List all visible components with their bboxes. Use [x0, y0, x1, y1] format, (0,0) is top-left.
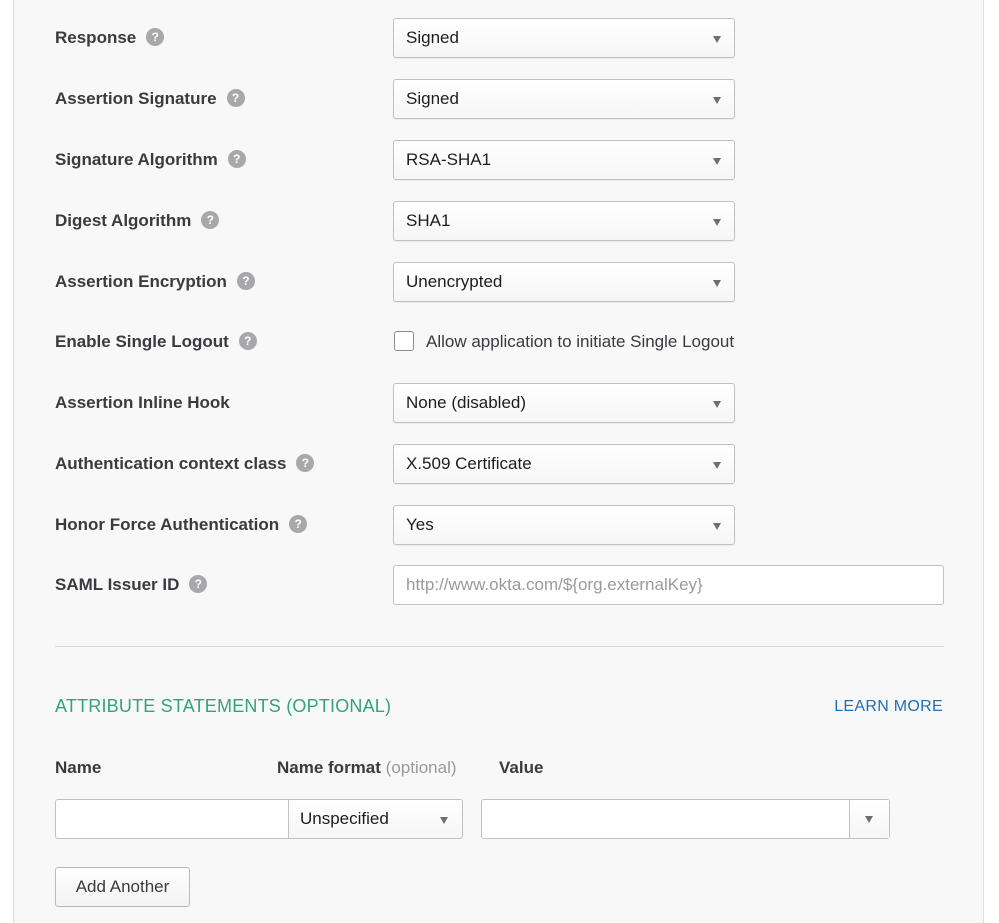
authentication-context-class-label: Authentication context class — [55, 454, 287, 473]
attribute-name-format-value: Unspecified — [300, 809, 389, 828]
single-logout-checkbox[interactable] — [394, 331, 414, 351]
enable-single-logout-label: Enable Single Logout — [55, 332, 229, 351]
setting-signature-algorithm: Signature Algorithm? RSA-SHA1 — [14, 140, 985, 180]
caret-down-icon — [713, 401, 721, 408]
response-select-value: Signed — [406, 28, 459, 47]
add-another-button[interactable]: Add Another — [55, 867, 190, 907]
setting-assertion-encryption: Assertion Encryption? Unencrypted — [14, 262, 985, 302]
setting-authentication-context-class: Authentication context class? X.509 Cert… — [14, 444, 985, 484]
name-format-optional-hint: (optional) — [385, 758, 457, 777]
assertion-inline-hook-select-value: None (disabled) — [406, 393, 527, 412]
section-divider — [55, 646, 944, 647]
column-header-name-format: Name format (optional) — [277, 758, 457, 778]
assertion-encryption-select[interactable]: Unencrypted — [393, 262, 735, 302]
saml-issuer-id-label: SAML Issuer ID — [55, 575, 180, 594]
attribute-value-combobox[interactable] — [481, 799, 890, 839]
saml-issuer-id-input[interactable] — [393, 565, 944, 605]
signature-algorithm-select[interactable]: RSA-SHA1 — [393, 140, 735, 180]
signature-algorithm-select-value: RSA-SHA1 — [406, 150, 492, 169]
assertion-inline-hook-label: Assertion Inline Hook — [55, 393, 230, 412]
setting-response: Response? Signed — [14, 18, 985, 58]
caret-down-icon — [713, 280, 721, 287]
caret-down-icon — [713, 36, 721, 43]
response-label: Response — [55, 28, 137, 47]
attribute-name-input[interactable] — [55, 799, 289, 839]
digest-algorithm-select-value: SHA1 — [406, 211, 451, 230]
help-question-icon[interactable]: ? — [296, 453, 315, 472]
column-header-name: Name — [55, 758, 102, 777]
response-select[interactable]: Signed — [393, 18, 735, 58]
column-header-value: Value — [499, 758, 544, 777]
signature-algorithm-label: Signature Algorithm — [55, 150, 218, 169]
help-question-icon[interactable]: ? — [289, 514, 308, 533]
assertion-signature-select[interactable]: Signed — [393, 79, 735, 119]
setting-enable-single-logout: Enable Single Logout? Allow application … — [14, 322, 985, 362]
help-question-icon[interactable]: ? — [226, 88, 245, 107]
assertion-encryption-select-value: Unencrypted — [406, 272, 503, 291]
assertion-signature-select-value: Signed — [406, 89, 459, 108]
assertion-inline-hook-select[interactable]: None (disabled) — [393, 383, 735, 423]
attribute-value-dropdown-button[interactable] — [849, 800, 889, 838]
assertion-signature-label: Assertion Signature — [55, 89, 217, 108]
caret-down-icon — [440, 817, 448, 824]
single-logout-checkbox-label[interactable]: Allow application to initiate Single Log… — [426, 322, 734, 362]
digest-algorithm-select[interactable]: SHA1 — [393, 201, 735, 241]
setting-saml-issuer-id: SAML Issuer ID? — [14, 565, 985, 605]
saml-settings-panel: Response? Signed Assertion Signature? Si… — [13, 0, 984, 923]
help-question-icon[interactable]: ? — [146, 27, 165, 46]
setting-assertion-signature: Assertion Signature? Signed — [14, 79, 985, 119]
honor-force-authentication-select-value: Yes — [406, 515, 434, 534]
attribute-statements-title: ATTRIBUTE STATEMENTS (OPTIONAL) — [55, 696, 392, 716]
caret-down-icon — [713, 219, 721, 226]
authentication-context-class-select[interactable]: X.509 Certificate — [393, 444, 735, 484]
setting-digest-algorithm: Digest Algorithm? SHA1 — [14, 201, 985, 241]
learn-more-link[interactable]: LEARN MORE — [834, 698, 943, 716]
help-question-icon[interactable]: ? — [227, 149, 246, 168]
caret-down-icon — [713, 462, 721, 469]
attribute-value-input[interactable] — [482, 800, 850, 838]
honor-force-authentication-label: Honor Force Authentication — [55, 515, 280, 534]
setting-assertion-inline-hook: Assertion Inline Hook None (disabled) — [14, 383, 985, 423]
caret-down-icon — [865, 816, 873, 823]
name-format-header-label: Name format — [277, 758, 381, 777]
help-question-icon[interactable]: ? — [238, 331, 257, 350]
caret-down-icon — [713, 158, 721, 165]
caret-down-icon — [713, 523, 721, 530]
assertion-encryption-label: Assertion Encryption — [55, 272, 227, 291]
setting-honor-force-authentication: Honor Force Authentication? Yes — [14, 505, 985, 545]
authentication-context-class-select-value: X.509 Certificate — [406, 454, 532, 473]
help-question-icon[interactable]: ? — [189, 574, 208, 593]
help-question-icon[interactable]: ? — [201, 210, 220, 229]
caret-down-icon — [713, 97, 721, 104]
honor-force-authentication-select[interactable]: Yes — [393, 505, 735, 545]
help-question-icon[interactable]: ? — [236, 271, 255, 290]
attribute-name-format-select[interactable]: Unspecified — [288, 799, 463, 839]
digest-algorithm-label: Digest Algorithm — [55, 211, 192, 230]
